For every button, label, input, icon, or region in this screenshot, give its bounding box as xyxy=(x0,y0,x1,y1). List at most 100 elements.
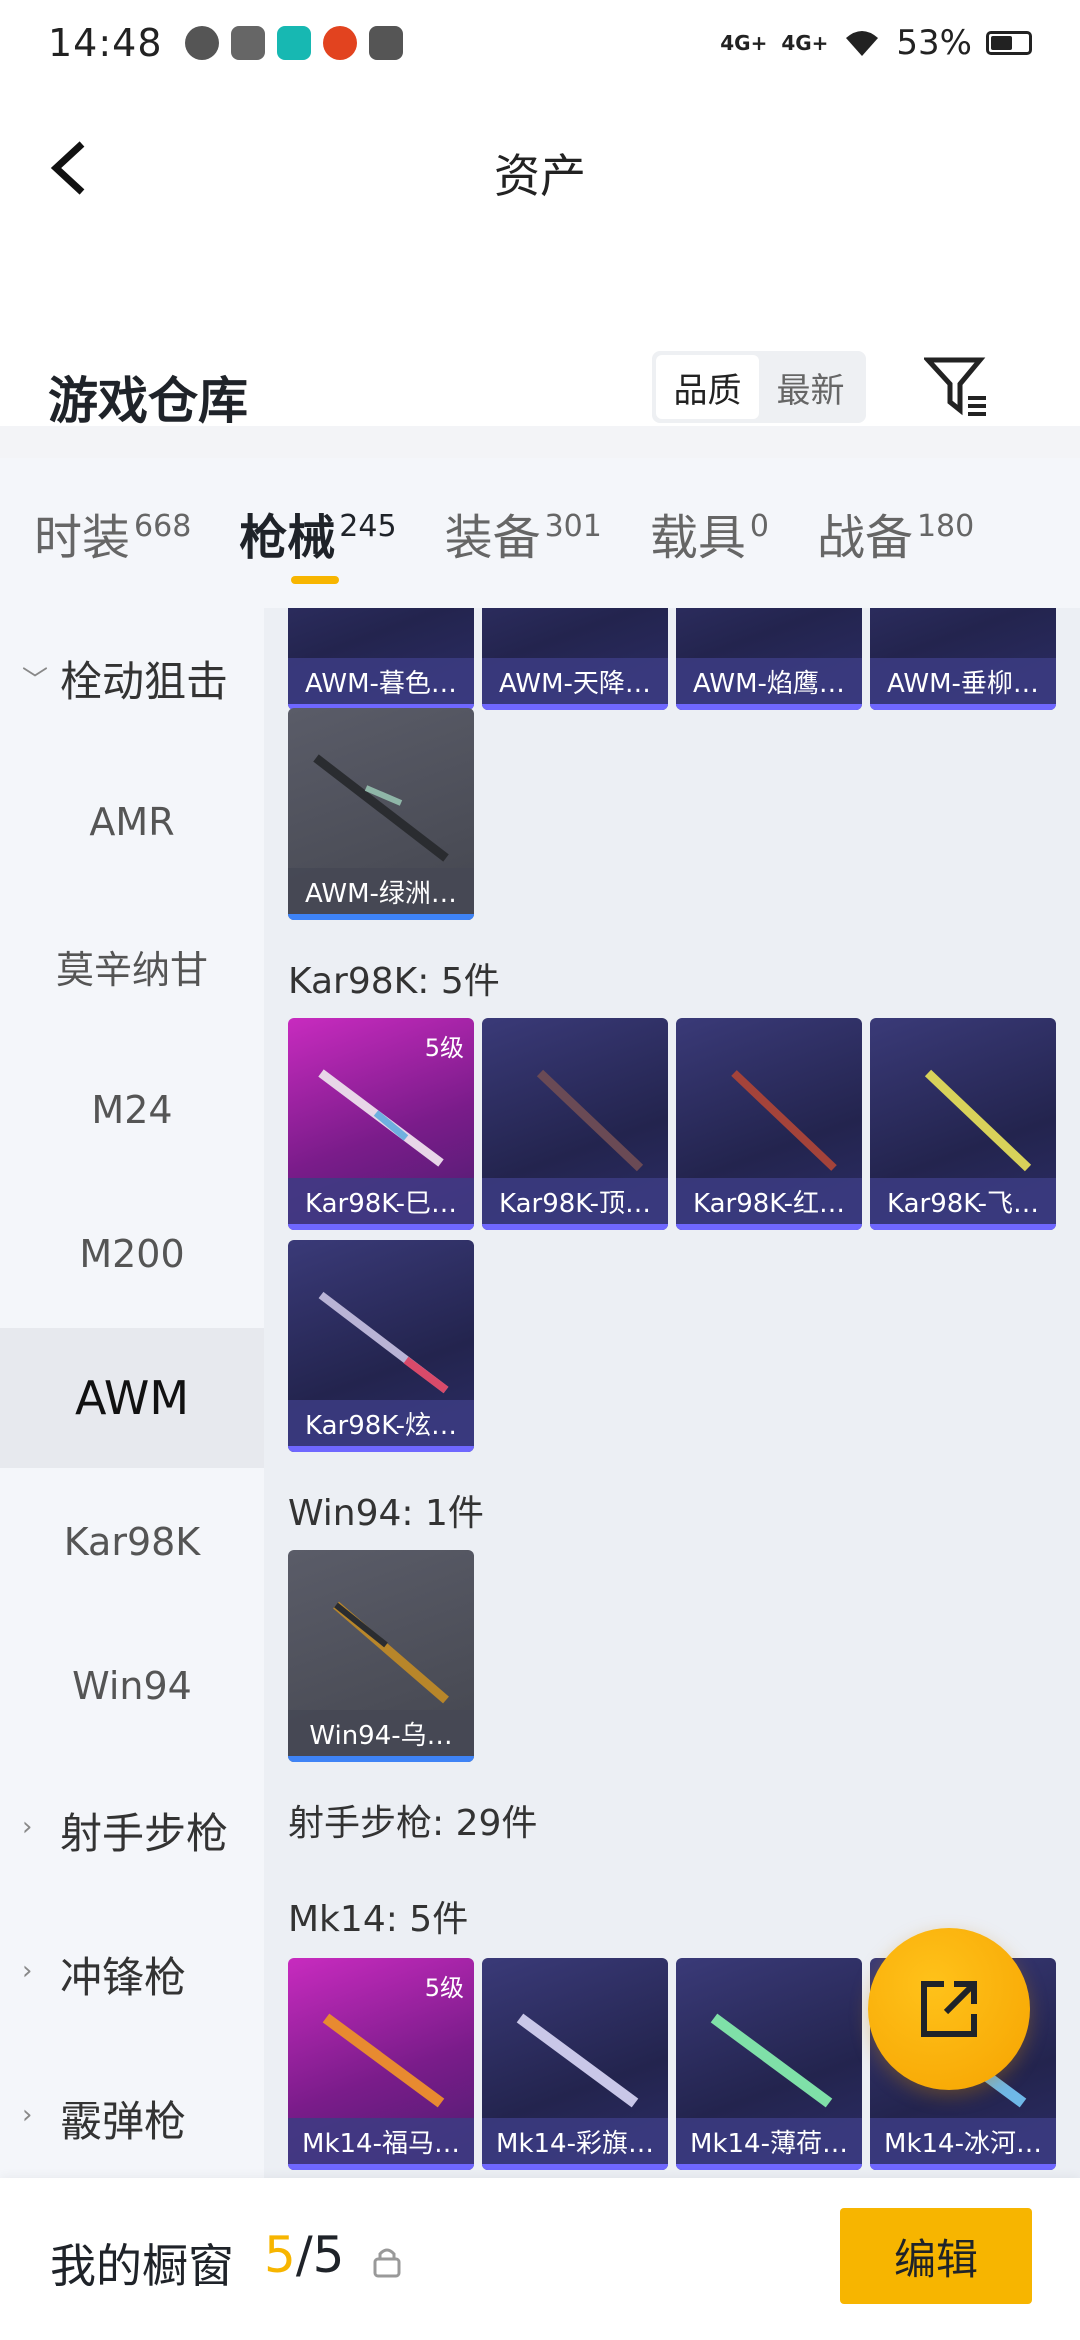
tab-guns[interactable]: 枪械 245 xyxy=(239,498,397,584)
status-right: 4G+ 4G+ 53% xyxy=(720,23,1032,63)
sidebar-category-smg[interactable]: › 冲锋枪 xyxy=(0,1904,264,2044)
win-row: Win94-乌… xyxy=(288,1550,474,1762)
share-icon xyxy=(921,1981,977,2037)
chevron-right-icon: › xyxy=(22,1812,33,1842)
tab-label: 装备 xyxy=(444,510,541,566)
battery-percent: 53% xyxy=(896,23,972,63)
wechat-icon xyxy=(184,26,219,60)
item-name: Mk14-彩旗… xyxy=(482,2118,668,2164)
kar-row: 5级 Kar98K-巳… Kar98K-顶… Kar98K-红… Kar98K-… xyxy=(288,1018,1056,1230)
signal-icon-2: 4G+ xyxy=(781,31,829,55)
kar-row-2: Kar98K-炫… xyxy=(288,1240,474,1452)
share-button[interactable] xyxy=(868,1928,1030,2090)
chevron-down-icon: ﹀ xyxy=(22,666,49,696)
item-card[interactable]: AWM-焰鹰… xyxy=(676,608,862,710)
awm-row-2: AWM-绿洲… xyxy=(288,708,474,920)
item-name: Mk14-福马… xyxy=(288,2118,474,2164)
sidebar-item-mosin[interactable]: 莫辛纳甘 xyxy=(0,896,264,1036)
sidebar-item-awm[interactable]: AWM xyxy=(0,1328,264,1468)
app-icon-red xyxy=(322,26,357,60)
notification-icons xyxy=(184,26,403,60)
tab-count: 668 xyxy=(134,509,192,544)
sidebar-label: 栓动狙击 xyxy=(60,656,229,706)
rifle-icon xyxy=(313,754,449,862)
sidebar-label: 霰弹枪 xyxy=(60,2096,187,2146)
item-name: AWM-焰鹰… xyxy=(676,658,862,704)
page-title: 资产 xyxy=(494,149,586,203)
showcase-label: 我的橱窗 xyxy=(50,2239,234,2293)
item-card[interactable]: Mk14-彩旗… xyxy=(482,1958,668,2170)
item-card[interactable]: AWM-天降… xyxy=(482,608,668,710)
tab-count: 245 xyxy=(339,509,397,544)
tab-vehicles[interactable]: 载具 0 xyxy=(650,498,769,568)
item-name: AWM-垂柳… xyxy=(870,658,1056,704)
item-card[interactable]: Win94-乌… xyxy=(288,1550,474,1762)
rifle-icon xyxy=(924,1069,1032,1172)
item-name: Kar98K-炫… xyxy=(288,1400,474,1446)
rifle-icon xyxy=(333,1601,449,1704)
item-card[interactable]: Kar98K-飞… xyxy=(870,1018,1056,1230)
tab-label: 枪械 xyxy=(239,510,336,566)
tab-tactical[interactable]: 战备 180 xyxy=(817,498,974,568)
tab-count: 301 xyxy=(544,509,602,544)
item-name: Kar98K-红… xyxy=(676,1178,862,1224)
item-card[interactable]: AWM-绿洲… xyxy=(288,708,474,920)
header: 资产 游戏仓库 品质 最新 xyxy=(0,86,1080,430)
showcase-total: 5 xyxy=(312,2226,345,2284)
chevron-right-icon: › xyxy=(22,1956,33,1986)
item-name: Mk14-冰河… xyxy=(870,2118,1056,2164)
section-win94: Win94: 1件 xyxy=(288,1493,484,1534)
category-tabs: 时装 668 枪械 245 装备 301 载具 0 战备 180 xyxy=(0,458,1080,608)
item-card[interactable]: Kar98K-顶… xyxy=(482,1018,668,1230)
item-name: Win94-乌… xyxy=(288,1710,474,1756)
status-bar: 14:48 4G+ 4G+ 53% xyxy=(0,0,1080,86)
edit-button[interactable]: 编辑 xyxy=(840,2208,1032,2304)
item-name: AWM-绿洲… xyxy=(288,868,474,914)
wifi-icon xyxy=(846,31,879,56)
sidebar-category-shotgun[interactable]: › 霰弹枪 xyxy=(0,2048,264,2188)
item-card[interactable]: Kar98K-炫… xyxy=(288,1240,474,1452)
signal-icon: 4G+ xyxy=(720,31,768,55)
item-name: Kar98K-顶… xyxy=(482,1178,668,1224)
tab-fashion[interactable]: 时装 668 xyxy=(34,498,191,568)
tab-equipment[interactable]: 装备 301 xyxy=(445,498,602,568)
section-kar98k: Kar98K: 5件 xyxy=(288,961,500,1002)
sidebar-category-bolt[interactable]: ﹀ 栓动狙击 xyxy=(0,608,264,748)
item-name: Mk14-薄荷… xyxy=(676,2118,862,2164)
filter-icon[interactable] xyxy=(924,354,988,418)
sort-toggle: 品质 最新 xyxy=(652,351,866,423)
item-card[interactable]: 5级 Mk14-福马… xyxy=(288,1958,474,2170)
item-name: AWM-天降… xyxy=(482,658,668,704)
sidebar-item-amr[interactable]: AMR xyxy=(0,752,264,892)
lock-icon xyxy=(373,2248,401,2278)
app-icon-box xyxy=(368,26,403,60)
rifle-icon xyxy=(710,2013,833,2108)
tab-label: 战备 xyxy=(816,510,913,566)
item-name: Kar98K-飞… xyxy=(870,1178,1056,1224)
item-card[interactable]: Mk14-薄荷… xyxy=(676,1958,862,2170)
item-card[interactable]: Kar98K-红… xyxy=(676,1018,862,1230)
tab-count: 0 xyxy=(749,509,769,544)
awm-row: AWM-暮色… AWM-天降… AWM-焰鹰… AWM-垂柳… xyxy=(288,608,1056,710)
showcase-bar: 我的橱窗 5/5 编辑 xyxy=(0,2178,1080,2340)
item-card[interactable]: AWM-垂柳… xyxy=(870,608,1056,710)
sort-quality-button[interactable]: 品质 xyxy=(656,355,759,419)
sidebar-item-win94[interactable]: Win94 xyxy=(0,1616,264,1756)
sidebar-item-m200[interactable]: M200 xyxy=(0,1184,264,1324)
item-card[interactable]: 5级 Kar98K-巳… xyxy=(288,1018,474,1230)
sort-newest-button[interactable]: 最新 xyxy=(759,355,862,419)
sidebar-item-m24[interactable]: M24 xyxy=(0,1040,264,1180)
tab-count: 180 xyxy=(916,509,975,544)
rifle-icon xyxy=(731,1070,837,1171)
rifle-icon xyxy=(318,1291,449,1394)
chevron-right-icon: › xyxy=(22,2100,33,2130)
section-dmr: 射手步枪: 29件 xyxy=(288,1803,538,1844)
tab-label: 时装 xyxy=(34,510,131,566)
rifle-icon xyxy=(318,1069,444,1167)
item-card[interactable]: AWM-暮色… xyxy=(288,608,474,710)
sidebar-category-dmr[interactable]: › 射手步枪 xyxy=(0,1760,264,1900)
item-name: Kar98K-巳… xyxy=(288,1178,474,1224)
sidebar-item-kar98k[interactable]: Kar98K xyxy=(0,1472,264,1612)
sidebar: ﹀ 栓动狙击 AMR 莫辛纳甘 M24 M200 AWM Kar98K Win94… xyxy=(0,608,264,2178)
sidebar-label: 射手步枪 xyxy=(60,1808,229,1858)
